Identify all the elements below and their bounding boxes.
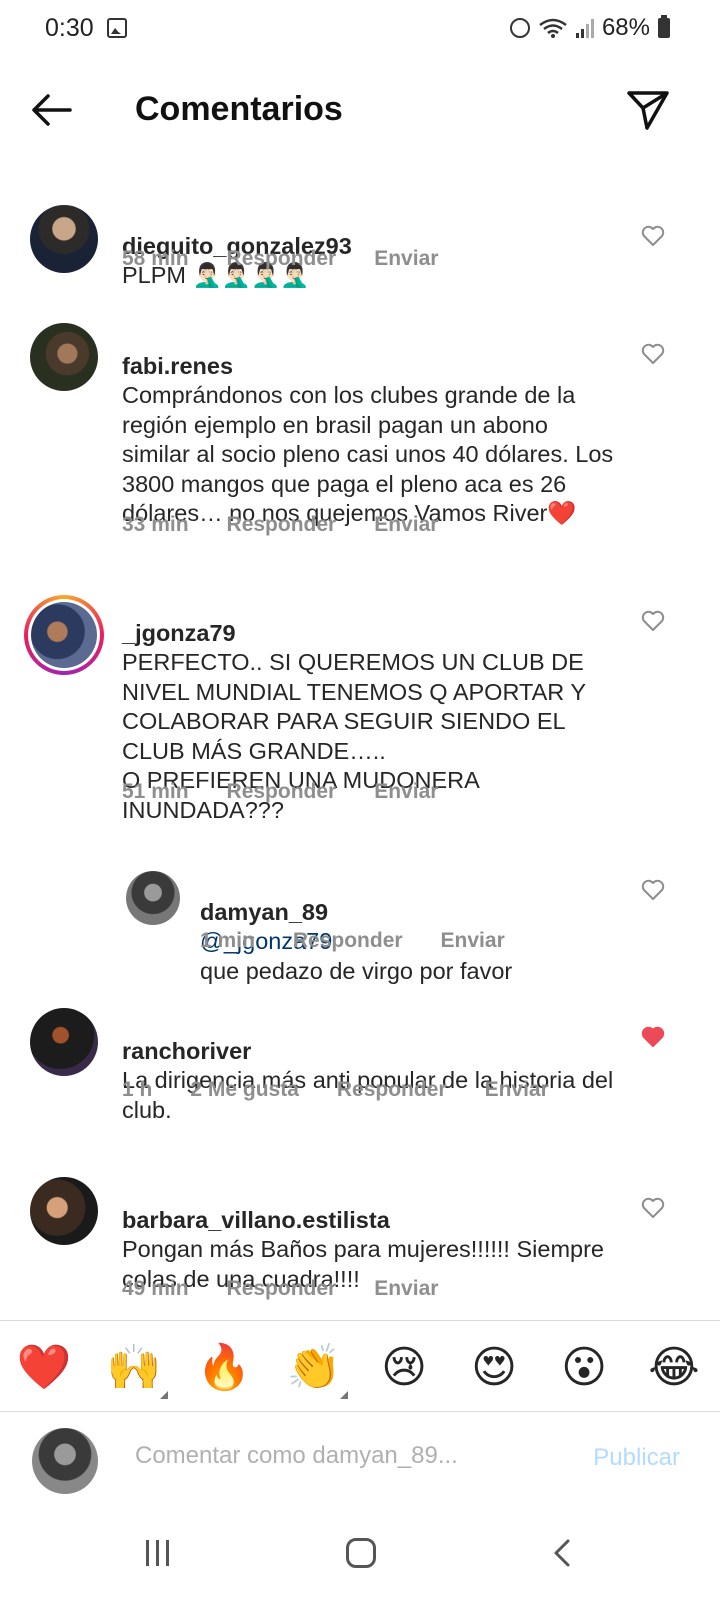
heart-outline-icon[interactable]	[641, 1197, 665, 1219]
avatar[interactable]	[126, 871, 180, 925]
tears-of-joy-emoji[interactable]: 😂	[644, 1343, 704, 1393]
heart-outline-icon[interactable]	[641, 879, 665, 901]
avatar[interactable]	[30, 205, 98, 273]
skin-tone-indicator	[340, 1391, 348, 1399]
fire-emoji[interactable]: 🔥	[194, 1343, 254, 1393]
wifi-icon	[539, 18, 567, 38]
comment-input[interactable]	[135, 1442, 565, 1470]
comment-time: 1 min	[200, 929, 255, 952]
heart-filled-icon[interactable]	[641, 1026, 665, 1048]
recent-apps-icon[interactable]	[146, 1540, 169, 1566]
comment-meta: 1 h 2 Me gusta Responder Enviar	[122, 1078, 587, 1102]
comment-body: damyan_89 @_jgonza79 que pedazo de virgo…	[200, 868, 630, 986]
comment-item: fabi.renes Comprándonos con los clubes g…	[0, 323, 720, 543]
comment-meta: 51 min Responder Enviar	[122, 780, 476, 804]
comment-time: 33 min	[122, 513, 189, 536]
comment-time: 51 min	[122, 780, 189, 803]
emoji-reaction-bar: ❤️ 🙌 🔥 👏 😢 😍 😮 😂	[0, 1320, 720, 1412]
surprised-face-emoji[interactable]: 😮	[554, 1343, 614, 1393]
header: Comentarios	[0, 70, 720, 150]
status-icons: 68%	[509, 14, 670, 42]
paper-plane-icon[interactable]	[626, 88, 670, 132]
comment-time: 58 min	[122, 247, 189, 270]
battery-percent: 68%	[601, 14, 650, 41]
comment-text: Comprándonos con los clubes grande de la…	[122, 382, 614, 526]
red-heart-emoji[interactable]: ❤️	[14, 1343, 74, 1393]
comment-item: _jgonza79 PERFECTO.. SI QUEREMOS UN CLUB…	[0, 590, 720, 823]
avatar	[32, 1428, 98, 1494]
comment-item: barbara_villano.estilista Pongan más Bañ…	[0, 1177, 720, 1307]
status-time: 0:30	[45, 14, 94, 42]
heart-eyes-emoji[interactable]: 😍	[464, 1343, 524, 1393]
comment-username[interactable]: _jgonza79	[122, 620, 236, 646]
comment-composer: Publicar	[0, 1412, 720, 1522]
page-title: Comentarios	[135, 90, 343, 128]
avatar[interactable]	[30, 323, 98, 391]
alarm-icon	[509, 18, 530, 38]
heart-outline-icon[interactable]	[641, 343, 665, 365]
send-button[interactable]: Enviar	[441, 929, 505, 953]
avatar[interactable]	[30, 1177, 98, 1245]
crying-face-emoji[interactable]: 😢	[374, 1343, 434, 1393]
reply-button[interactable]: Responder	[227, 1277, 337, 1301]
likes-count[interactable]: 2 Me gusta	[190, 1078, 299, 1102]
send-button[interactable]: Enviar	[374, 1277, 438, 1301]
skin-tone-indicator	[160, 1391, 168, 1399]
comment-body: ranchoriver La dirigencia más anti popul…	[122, 1007, 622, 1125]
comment-meta: 49 min Responder Enviar	[122, 1277, 476, 1301]
reply-button[interactable]: Responder	[337, 1078, 447, 1102]
reply-button[interactable]: Responder	[227, 513, 337, 537]
send-button[interactable]: Enviar	[374, 780, 438, 804]
send-button[interactable]: Enviar	[374, 247, 438, 271]
signal-icon	[575, 18, 594, 38]
comment-time: 1 h	[122, 1078, 153, 1101]
comment-meta: 1 min Responder Enviar	[200, 929, 543, 953]
system-nav-bar	[0, 1510, 720, 1600]
reply-button[interactable]: Responder	[293, 929, 403, 953]
comment-time: 49 min	[122, 1277, 189, 1300]
avatar[interactable]	[30, 1008, 98, 1076]
send-button[interactable]: Enviar	[374, 513, 438, 537]
battery-icon	[658, 15, 670, 38]
comment-username[interactable]: fabi.renes	[122, 353, 233, 379]
story-avatar[interactable]	[24, 595, 104, 675]
send-button[interactable]: Enviar	[485, 1078, 549, 1102]
comment-item: dieguito_gonzalez93 PLPM 🤦🏻‍♂️🤦🏻‍♂️🤦🏻‍♂️…	[0, 205, 720, 305]
heart-outline-icon[interactable]	[641, 610, 665, 632]
chevron-left-icon[interactable]	[548, 1538, 578, 1568]
heart-outline-icon[interactable]	[641, 225, 665, 247]
comment-body: fabi.renes Comprándonos con los clubes g…	[122, 322, 622, 529]
comment-username[interactable]: damyan_89	[200, 899, 328, 925]
reply-button[interactable]: Responder	[227, 247, 337, 271]
comment-username[interactable]: barbara_villano.estilista	[122, 1207, 390, 1233]
home-icon[interactable]	[346, 1538, 376, 1568]
comment-username[interactable]: ranchoriver	[122, 1038, 251, 1064]
gallery-notification-icon	[107, 18, 127, 38]
comment-meta: 58 min Responder Enviar	[122, 247, 476, 271]
comment-text: que pedazo de virgo por favor	[200, 957, 513, 984]
reply-item: damyan_89 @_jgonza79 que pedazo de virgo…	[0, 869, 720, 984]
publish-button[interactable]: Publicar	[593, 1444, 680, 1472]
comment-item: ranchoriver La dirigencia más anti popul…	[0, 1008, 720, 1128]
raising-hands-emoji[interactable]: 🙌	[104, 1343, 164, 1393]
status-bar: 0:30 68%	[0, 0, 720, 58]
comment-meta: 33 min Responder Enviar	[122, 513, 476, 537]
reply-button[interactable]: Responder	[227, 780, 337, 804]
clapping-hands-emoji[interactable]: 👏	[284, 1343, 344, 1393]
arrow-left-icon[interactable]	[30, 92, 74, 128]
